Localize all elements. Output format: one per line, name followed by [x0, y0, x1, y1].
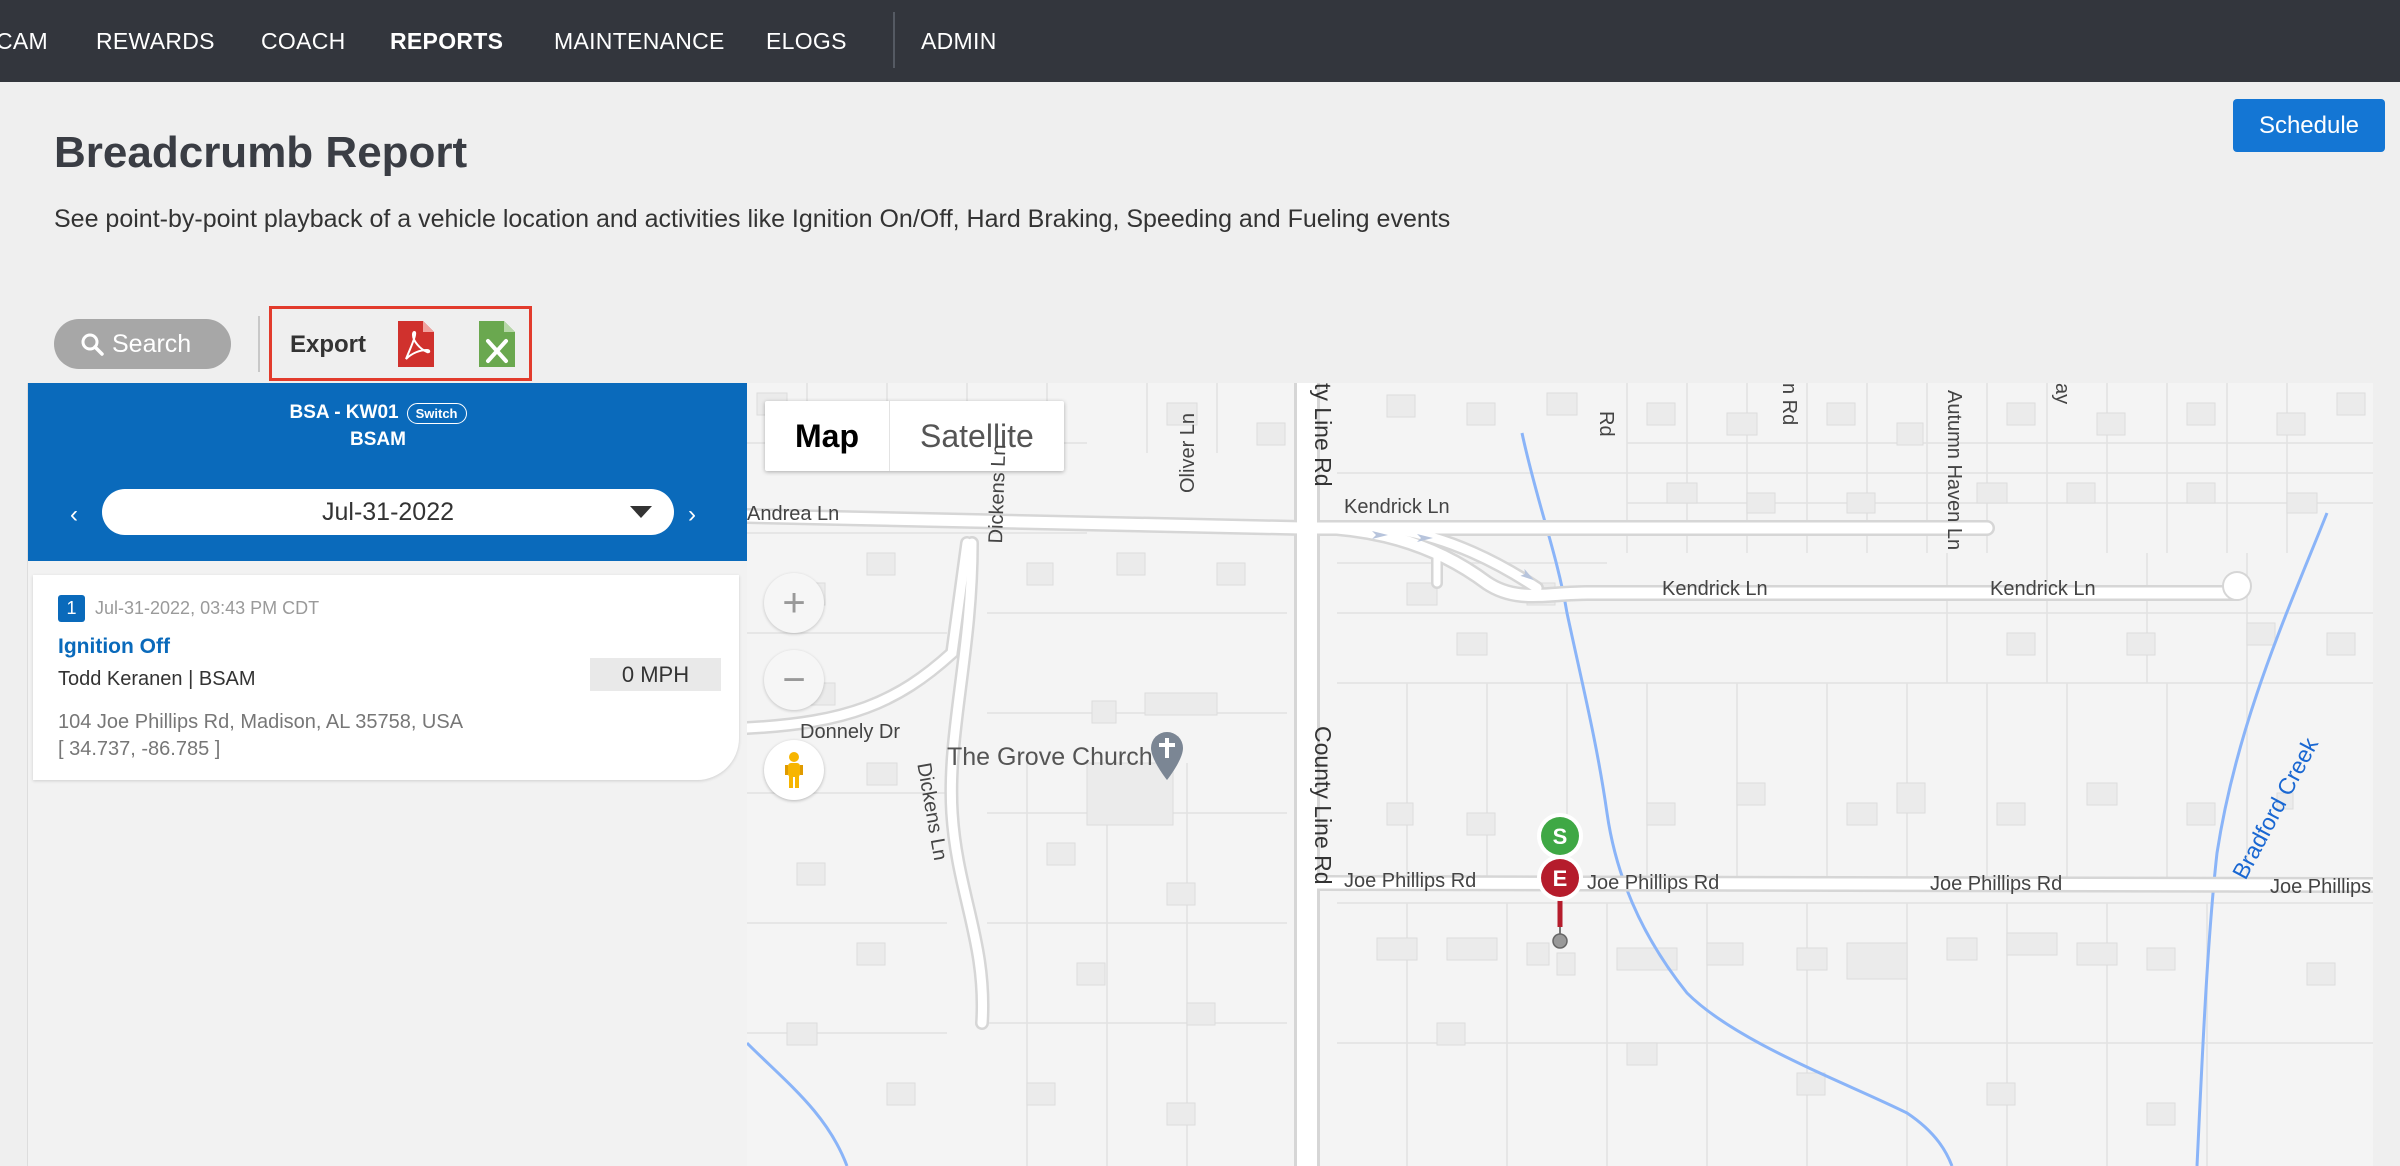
event-number: 1 [58, 595, 85, 622]
zoom-out-button[interactable]: − [764, 650, 824, 710]
nav-item-rewards[interactable]: REWARDS [96, 0, 215, 82]
street-label: Joe Phillips Rd [1344, 870, 1477, 892]
street-label: Kendrick Ln [1344, 496, 1450, 518]
end-marker-icon[interactable]: E [1535, 853, 1585, 933]
export-group: Export [269, 306, 532, 381]
nav-divider [893, 12, 895, 68]
poi-label: The Grove Church [947, 743, 1153, 771]
street-label: Dickens Ln [985, 444, 1011, 544]
nav-item-coach[interactable]: COACH [261, 0, 346, 82]
schedule-button[interactable]: Schedule [2233, 99, 2385, 152]
street-label: Oliver Ln [1177, 412, 1199, 493]
search-button[interactable]: Search [54, 319, 231, 369]
export-label: Export [290, 331, 367, 358]
nav-item-reports[interactable]: REPORTS [390, 0, 503, 82]
start-marker-label: S [1553, 824, 1568, 849]
switch-button[interactable]: Switch [406, 402, 467, 424]
nav-item-maintenance[interactable]: MAINTENANCE [554, 0, 725, 82]
event-coordinates: [ 34.737, -86.785 ] [58, 738, 221, 760]
pdf-file-icon[interactable] [396, 319, 436, 369]
street-view-pegman-icon[interactable] [764, 740, 824, 800]
excel-file-icon[interactable] [477, 319, 517, 369]
map-view[interactable]: Map Satellite + − Andrea Ln Kendrick Ln … [747, 383, 2373, 1166]
street-label: n Rd [1778, 383, 1800, 426]
toolbar-divider [258, 316, 260, 372]
street-label: ty Line Rd [1310, 383, 1336, 487]
nav-item-admin[interactable]: ADMIN [921, 0, 997, 82]
nav-item-elogs[interactable]: ELOGS [766, 0, 847, 82]
search-button-label: Search [112, 330, 192, 358]
page-description: See point-by-point playback of a vehicle… [54, 205, 1451, 233]
street-label: County Line Rd [1310, 726, 1336, 885]
vehicle-header: BSA - KW01 Switch BSAM ‹ Jul-31-2022 › [28, 383, 748, 561]
street-label: Joe Phillips Rd [1930, 873, 2063, 895]
event-driver: Todd Keranen | BSAM [58, 668, 256, 690]
street-label: ay [2051, 383, 2073, 405]
prev-date-button[interactable]: ‹ [70, 501, 78, 529]
vehicle-panel: BSA - KW01 Switch BSAM ‹ Jul-31-2022 › 1 … [27, 383, 748, 1166]
next-date-button[interactable]: › [688, 501, 696, 529]
street-label: Donnely Dr [800, 721, 901, 743]
date-value: Jul-31-2022 [321, 498, 455, 526]
street-label: Autumn Haven Ln [1943, 390, 1965, 551]
street-label: Kendrick Ln [1662, 578, 1768, 600]
street-label: Rd [1595, 411, 1617, 437]
page-title: Breadcrumb Report [54, 128, 468, 177]
map-type-toggle: Map Satellite [765, 401, 1064, 471]
end-marker-label: E [1553, 866, 1568, 891]
street-label: Andrea Ln [747, 503, 840, 525]
event-type[interactable]: Ignition Off [58, 635, 170, 659]
search-icon [81, 333, 104, 356]
group-name: BSAM [350, 429, 406, 450]
event-card[interactable]: 1 Jul-31-2022, 03:43 PM CDT Ignition Off… [33, 575, 739, 780]
vehicle-name: BSA - KW01 [289, 402, 399, 423]
chevron-down-icon [630, 506, 652, 518]
event-speed: 0 MPH [590, 658, 721, 691]
church-pin-icon[interactable] [1147, 730, 1187, 782]
nav-item-cam[interactable]: CAM [0, 0, 48, 82]
map-type-map[interactable]: Map [765, 401, 889, 471]
street-label: Joe Phillips Rd [1587, 872, 1720, 894]
vehicle-name-row: BSA - KW01 Switch [28, 402, 728, 424]
date-select[interactable]: Jul-31-2022 [102, 489, 674, 535]
event-address: 104 Joe Phillips Rd, Madison, AL 35758, … [58, 711, 464, 733]
top-nav: CAM REWARDS COACH REPORTS MAINTENANCE EL… [0, 0, 2400, 82]
zoom-in-button[interactable]: + [764, 573, 824, 633]
map-type-satellite[interactable]: Satellite [889, 401, 1064, 471]
event-timestamp: Jul-31-2022, 03:43 PM CDT [95, 598, 320, 618]
street-label: Joe Phillips [2270, 876, 2372, 898]
street-label: Kendrick Ln [1990, 578, 2096, 600]
